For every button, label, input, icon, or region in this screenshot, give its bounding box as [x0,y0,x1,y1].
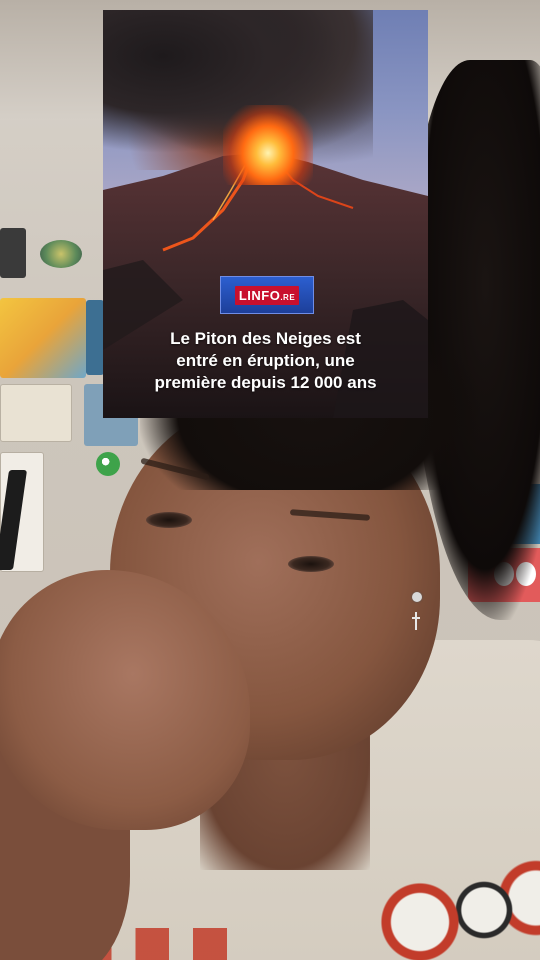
logo-text: LINFO [238,287,281,303]
cross-earring-icon [412,612,420,630]
mushroom-sticker [96,452,120,476]
lava-glow [223,105,313,185]
headline-line: première depuis 12 000 ans [154,373,377,392]
headline-line: entré en éruption, une [176,351,355,370]
headline-line: Le Piton des Neiges est [170,329,361,348]
shirt-print [360,850,540,960]
wall-poster [0,384,72,442]
wall-poster [40,240,82,268]
logo-badge: LINFO.RE [234,285,300,305]
eye [288,556,334,572]
linfo-logo: LINFO.RE [220,276,314,314]
news-card-overlay[interactable]: LINFO.RE Le Piton des Neiges est entré e… [103,10,428,418]
eye [146,512,192,528]
earring [412,592,422,602]
spongebob-poster [0,298,86,378]
logo-suffix: .RE [280,292,296,302]
wall-poster [86,300,104,375]
news-headline: Le Piton des Neiges est entré en éruptio… [115,328,416,394]
wall-poster [0,228,26,278]
